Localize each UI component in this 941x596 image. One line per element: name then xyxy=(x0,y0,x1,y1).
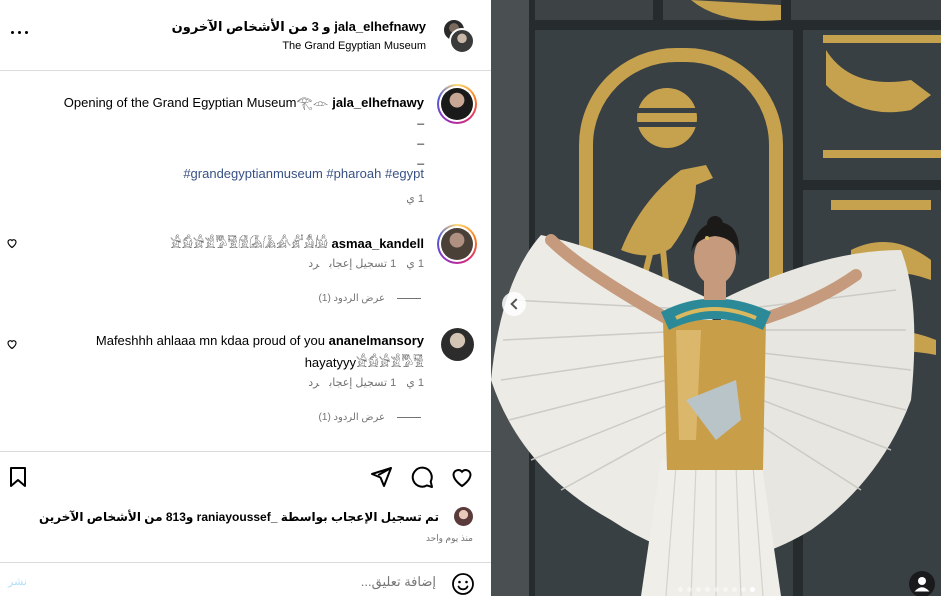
comment-meta: 1 ي 1 تسجيل إعجاب رد xyxy=(298,376,424,389)
view-replies-button[interactable]: عرض الردود (1) xyxy=(319,412,421,423)
post-actions: تم تسجيل الإعجاب بواسطة _raniayoussef و8… xyxy=(0,451,491,561)
comment-age: 1 ي xyxy=(406,377,424,389)
comment-meta: 1 ي 1 تسجيل إعجاب رد xyxy=(298,257,424,270)
comments-list[interactable]: Opening of the Grand Egyptian Museum𓂀𓁹 j… xyxy=(0,71,491,451)
caption-hashtags[interactable]: #grandegyptianmuseum #pharoah #egypt xyxy=(183,166,424,181)
post-author-title[interactable]: jala_elhefnawy و 3 من الأشخاص الآخرون xyxy=(172,19,426,35)
caption-dash: _ xyxy=(417,111,424,125)
comment-username[interactable]: ananelmansory xyxy=(329,333,424,348)
author-avatar[interactable] xyxy=(437,84,477,124)
comment-input[interactable] xyxy=(76,572,436,590)
post-timestamp: منذ يوم واحد xyxy=(425,533,473,543)
comment-text: Mafeshhh ahlaaa mn kdaa proud of you xyxy=(95,333,325,348)
caption-username[interactable]: jala_elhefnawy xyxy=(332,95,424,110)
avatar xyxy=(449,28,475,54)
comment-like-heart-icon[interactable] xyxy=(6,237,18,249)
comment-line: 𓀀𓀁𓀂𓀃𓀄𓀅𓀆𓀇𓀈𓀉𓀊𓀋𓀌 asmaa_kandell xyxy=(170,232,424,253)
comment-age: 1 ي xyxy=(406,258,424,270)
carousel-dots xyxy=(491,587,941,592)
caption-line: Opening of the Grand Egyptian Museum𓂀𓁹 j… xyxy=(64,91,424,112)
likes-summary[interactable]: تم تسجيل الإعجاب بواسطة _raniayoussef و8… xyxy=(39,510,439,524)
comment-likes-count[interactable]: 1 تسجيل إعجاب xyxy=(329,258,396,270)
post-header: jala_elhefnawy و 3 من الأشخاص الآخرون Th… xyxy=(0,0,491,71)
caption-dash: _ xyxy=(417,151,424,165)
more-icon[interactable] xyxy=(10,28,30,38)
user-tag-icon[interactable] xyxy=(909,571,935,596)
photo-illustration xyxy=(491,0,941,596)
comment-icon[interactable] xyxy=(410,465,434,489)
commenter-avatar[interactable] xyxy=(441,328,474,361)
comments-panel: jala_elhefnawy و 3 من الأشخاص الآخرون Th… xyxy=(0,0,491,596)
comment-bar: نشر xyxy=(0,562,491,596)
view-replies-button[interactable]: عرض الردود (1) xyxy=(319,293,421,304)
caption-text: Opening of the Grand Egyptian Museum𓂀𓁹 xyxy=(63,95,329,110)
post-comment-button[interactable]: نشر xyxy=(8,575,27,588)
comment-like-heart-icon[interactable] xyxy=(6,338,18,350)
comment-username[interactable]: asmaa_kandell xyxy=(331,236,424,251)
heart-icon[interactable] xyxy=(450,465,474,489)
comment-text: 𓀀𓀁𓀂𓀃𓀄𓀅𓀆𓀇𓀈𓀉𓀊𓀋𓀌 xyxy=(170,236,328,251)
view-replies-label: عرض الردود (1) xyxy=(318,412,385,423)
caption-dash: _ xyxy=(417,131,424,145)
liker-avatar[interactable] xyxy=(454,507,473,526)
reply-button[interactable]: رد xyxy=(308,258,319,270)
previous-photo-button[interactable] xyxy=(502,292,526,316)
reply-button[interactable]: رد xyxy=(308,377,319,389)
author-avatars[interactable] xyxy=(439,18,475,54)
comment-line: Mafeshhh ahlaaa mn kdaa proud of you ana… xyxy=(96,333,424,348)
post-location[interactable]: The Grand Egyptian Museum xyxy=(282,40,426,52)
view-replies-label: عرض الردود (1) xyxy=(318,293,385,304)
commenter-avatar[interactable] xyxy=(437,224,477,264)
emoji-icon[interactable] xyxy=(451,572,475,596)
post-photo[interactable] xyxy=(491,0,941,596)
comment-text-line2: hayatyyy𓀀𓀁𓀂𓀃𓀄𓀅 xyxy=(304,355,424,370)
bookmark-icon[interactable] xyxy=(6,465,30,489)
comment-likes-count[interactable]: 1 تسجيل إعجاب xyxy=(329,377,396,389)
share-icon[interactable] xyxy=(369,465,393,489)
caption-age: 1 ي xyxy=(406,193,424,205)
